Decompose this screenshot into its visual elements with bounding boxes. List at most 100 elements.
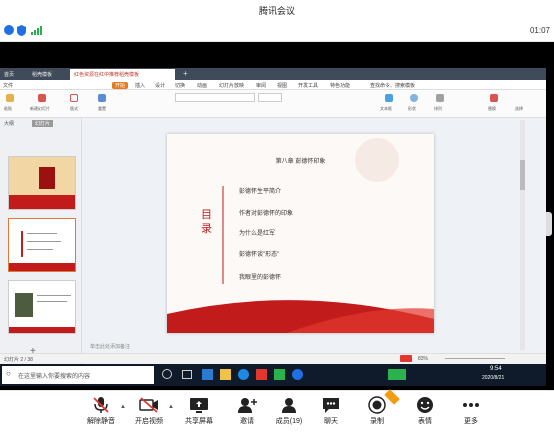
ribbon-new-slide: 新建幻灯片	[30, 106, 50, 111]
emoji-icon	[417, 397, 433, 413]
mute-label: 解除静音	[87, 418, 115, 425]
menu-dev[interactable]: 开发工具	[298, 82, 318, 89]
shield-icon[interactable]	[17, 25, 26, 36]
menu-file[interactable]: 文件	[3, 82, 13, 89]
emoji-button[interactable]: 表情	[402, 393, 448, 433]
notes-placeholder[interactable]: 单击此处添加备注	[90, 343, 130, 350]
more-label: 更多	[464, 418, 478, 425]
wechat-icon[interactable]	[274, 369, 285, 380]
ribbon-arrange: 排列	[434, 106, 442, 111]
menu-insert[interactable]: 插入	[135, 82, 145, 89]
more-button[interactable]: 更多	[448, 393, 494, 433]
slide-heading: 第八章 彭德怀印象	[275, 159, 326, 165]
right-edge: ›	[538, 42, 554, 390]
zoom-slider[interactable]	[445, 358, 505, 359]
vertical-scrollbar[interactable]	[520, 120, 525, 350]
taskbar-search[interactable]: ○ 在这里输入你要搜索的内容	[2, 366, 154, 384]
mute-button[interactable]: 解除静音	[78, 393, 124, 433]
menu-transition[interactable]: 切换	[175, 82, 185, 89]
battery-icon	[388, 369, 406, 380]
menu-special[interactable]: 特色功能	[330, 82, 350, 89]
members-label: 成员(19)	[275, 418, 303, 425]
reset-icon[interactable]	[98, 94, 106, 102]
menu-animation[interactable]: 动画	[197, 82, 207, 89]
members-icon	[282, 398, 296, 413]
video-button[interactable]: 开启视频	[126, 393, 172, 433]
ribbon-replace: 替换	[488, 106, 496, 111]
meeting-toolbar: 解除静音 ▲ 开启视频 ▲ 共享屏幕 邀请 成员(19) 聊天 录制 表情 更多	[0, 390, 554, 433]
shape-icon[interactable]	[410, 94, 418, 102]
tab-docer[interactable]: 稻壳模板	[28, 69, 56, 80]
menu-review[interactable]: 审阅	[256, 82, 266, 89]
share-screen-icon	[190, 398, 208, 413]
new-tab-icon[interactable]: +	[183, 69, 188, 78]
edge-icon[interactable]	[202, 369, 213, 380]
tab-home[interactable]: 首页	[0, 69, 18, 80]
search-placeholder: 在这里输入你要搜索的内容	[18, 374, 91, 380]
toc-item-5: 我眼里的彭德怀	[239, 275, 282, 281]
replace-icon[interactable]	[490, 94, 498, 102]
meeting-icon[interactable]	[292, 369, 303, 380]
invite-button[interactable]: 邀请	[224, 393, 270, 433]
font-size-select[interactable]	[258, 93, 282, 102]
record-label: 录制	[370, 418, 384, 425]
clock-date: 2020/8/21	[482, 375, 505, 381]
mic-muted-icon	[93, 397, 109, 413]
menu-slideshow[interactable]: 幻灯片放映	[219, 82, 244, 89]
thumbnail-3[interactable]	[8, 280, 76, 334]
emoji-label: 表情	[418, 418, 432, 425]
textbox-icon[interactable]	[385, 94, 393, 102]
share-screen-button[interactable]: 共享屏幕	[176, 393, 222, 433]
meeting-timer: 01:07	[529, 26, 550, 35]
thumbnail-2[interactable]	[8, 218, 76, 272]
cortana-icon[interactable]	[162, 369, 172, 379]
ribbon-reset: 重置	[98, 106, 106, 111]
record-icon	[368, 396, 386, 414]
menu-start[interactable]: 开始	[112, 82, 129, 89]
slide-count: 幻灯片 2 / 38	[4, 357, 33, 363]
title-bar: 腾讯会议	[0, 0, 554, 20]
video-options-icon[interactable]: ▲	[168, 404, 174, 410]
play-icon[interactable]	[400, 355, 412, 362]
info-icon[interactable]	[4, 25, 14, 35]
thumbnail-1[interactable]	[8, 156, 76, 210]
window-title: 腾讯会议	[258, 6, 295, 16]
outline-tab[interactable]: 大纲	[4, 120, 14, 127]
paste-icon[interactable]	[6, 94, 14, 102]
ribbon-textbox: 文本框	[380, 106, 392, 111]
task-view-icon[interactable]	[182, 370, 192, 379]
wps-window: 首页 稻壳模板 红色资源在红中推荐稻壳模板 + 文件 开始 插入 设计 切换 动…	[0, 68, 546, 386]
wps-ribbon: 粘贴 新建幻灯片 版式 重置 文本框 形状 排列 替换 选择	[0, 90, 546, 118]
current-slide[interactable]: 第八章 彭德怀印象 目录 彭德怀生平简介 作者对彭德怀的印象 为什么是红军 彭德…	[167, 134, 434, 333]
meeting-status-bar: 01:07	[0, 20, 554, 42]
ribbon-layout: 版式	[70, 106, 78, 111]
slides-tab[interactable]: 幻灯片	[32, 120, 54, 127]
clock-time: 9:54	[490, 366, 502, 372]
arrange-icon[interactable]	[436, 94, 444, 102]
browser-icon[interactable]	[238, 369, 249, 380]
wps-icon[interactable]	[256, 369, 267, 380]
explorer-icon[interactable]	[220, 369, 231, 380]
share-label: 共享屏幕	[185, 418, 213, 425]
tab-document[interactable]: 红色资源在红中推荐稻壳模板	[70, 69, 175, 80]
toc-item-1: 彭德怀生平简介	[239, 189, 282, 195]
slide-thumbnails: 大纲 幻灯片 +	[0, 118, 82, 373]
members-button[interactable]: 成员(19)	[266, 393, 312, 433]
windows-taskbar: ○ 在这里输入你要搜索的内容 9:54 2020/8/21	[0, 364, 546, 386]
app-window: 腾讯会议 01:07 › 首页 稻壳模板 红色资源在红中推荐稻壳模板 + 文件 …	[0, 0, 554, 433]
menu-design[interactable]: 设计	[155, 82, 165, 89]
search-icon: ○	[6, 369, 11, 378]
ribbon-paste: 粘贴	[4, 106, 12, 111]
chat-button[interactable]: 聊天	[308, 393, 354, 433]
font-family-select[interactable]	[175, 93, 255, 102]
layout-icon[interactable]	[70, 94, 78, 102]
invite-icon	[238, 398, 257, 413]
zoom-level[interactable]: 83%	[418, 356, 428, 362]
toc-item-2: 作者对彭德怀的印象	[239, 211, 294, 217]
menu-search[interactable]: 查找命令、搜索模板	[370, 82, 415, 89]
wps-tab-bar: 首页 稻壳模板 红色资源在红中推荐稻壳模板 +	[0, 68, 546, 80]
new-slide-icon[interactable]	[38, 94, 46, 102]
chat-label: 聊天	[324, 418, 338, 425]
ribbon-shape: 形状	[408, 106, 416, 111]
menu-view[interactable]: 视图	[277, 82, 287, 89]
